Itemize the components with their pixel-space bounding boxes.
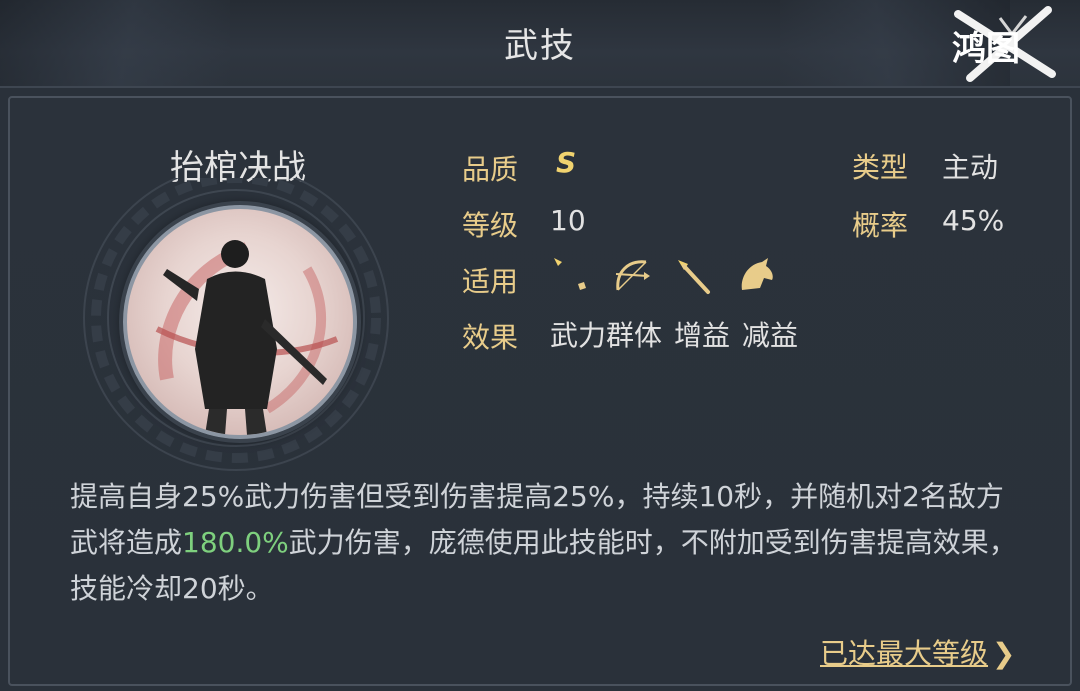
type-value: 主动 — [942, 151, 999, 184]
sword-icon — [554, 258, 586, 290]
skill-description: 提高自身25%武力伤害但受到伤害提高25%，持续10秒，并随机对2名敌方武将造成… — [70, 474, 1030, 612]
applicable-icons — [548, 254, 778, 298]
max-level-link[interactable]: 已达最大等级 ❯ — [820, 632, 1015, 672]
header-decoration-left — [0, 0, 230, 86]
level-value: 10 — [550, 204, 586, 237]
effect-label: 效果 — [462, 321, 519, 354]
page-title: 武技 — [504, 26, 576, 66]
horse-icon — [741, 258, 773, 290]
effect-tag: 武力群体 — [550, 319, 663, 352]
applicable-label: 适用 — [462, 265, 519, 298]
quality-value: S — [556, 146, 577, 179]
chance-value: 45% — [942, 204, 1005, 237]
effect-tag: 增益 — [674, 319, 731, 352]
skill-portrait — [123, 205, 357, 439]
type-label: 类型 — [852, 151, 909, 184]
header-bar: 武技 鸿图 — [0, 0, 1080, 88]
bow-icon — [615, 260, 650, 291]
quality-label: 品质 — [462, 153, 519, 186]
damage-highlight: 180.0% — [182, 526, 289, 559]
chance-label: 概率 — [852, 209, 909, 242]
effect-tags: 武力群体 增益 减益 — [550, 314, 798, 354]
logo-text: 鸿图 — [952, 29, 1020, 69]
effect-tag: 减益 — [742, 319, 799, 352]
warrior-silhouette-icon — [155, 240, 339, 435]
spear-icon — [678, 260, 710, 294]
game-logo: 鸿图 — [952, 6, 1056, 82]
level-label: 等级 — [462, 209, 519, 242]
chevron-right-icon: ❯ — [992, 637, 1016, 670]
max-level-label: 已达最大等级 — [820, 637, 989, 670]
